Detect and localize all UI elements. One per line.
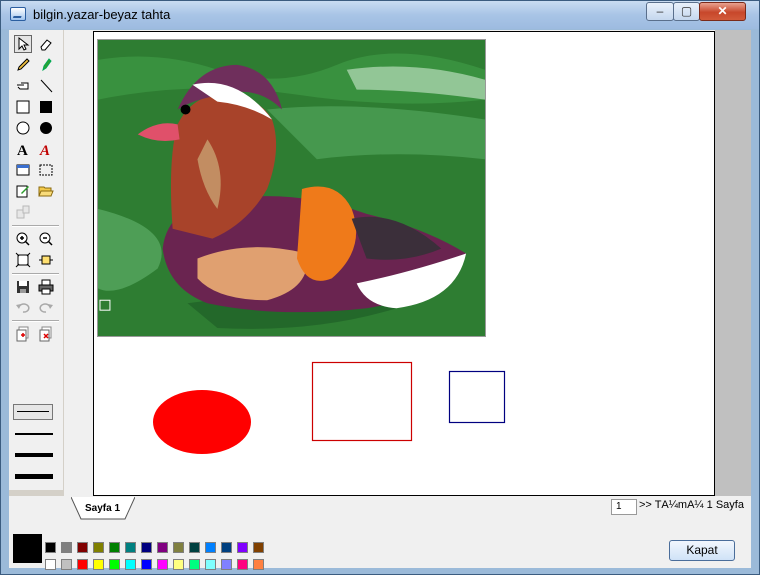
marker-icon[interactable] [37, 56, 55, 74]
color-swatch[interactable] [141, 559, 152, 570]
color-swatch[interactable] [253, 559, 264, 570]
color-swatch[interactable] [221, 559, 232, 570]
color-swatch[interactable] [109, 559, 120, 570]
line-width-heavy[interactable] [15, 474, 53, 479]
color-swatch[interactable] [189, 559, 200, 570]
delete-page-icon[interactable] [37, 325, 55, 343]
paste-icon[interactable] [14, 203, 32, 221]
color-swatch[interactable] [93, 559, 104, 570]
toolbar-divider [12, 273, 59, 275]
svg-text:A: A [39, 143, 50, 157]
color-swatch[interactable] [77, 559, 88, 570]
maximize-button[interactable]: ▢ [673, 2, 700, 21]
color-palette-panel: Kapat [9, 520, 751, 570]
color-swatch[interactable] [45, 559, 56, 570]
right-gutter [715, 30, 751, 496]
zoom-out-icon[interactable] [37, 230, 55, 248]
filled-rectangle-icon[interactable] [37, 98, 55, 116]
inserted-photo[interactable] [97, 39, 486, 337]
toolbar-divider [12, 225, 59, 227]
color-swatch[interactable] [61, 559, 72, 570]
blue-rectangle-shape[interactable] [448, 370, 506, 424]
page-number-input[interactable]: 1 [611, 499, 637, 515]
edit-image-icon[interactable] [14, 182, 32, 200]
ellipse-icon[interactable] [14, 119, 32, 137]
styled-text-icon[interactable]: A [37, 140, 55, 158]
line-icon[interactable] [37, 77, 55, 95]
pencil-icon[interactable] [14, 56, 32, 74]
color-swatch[interactable] [237, 542, 248, 553]
color-swatch[interactable] [205, 542, 216, 553]
color-swatch[interactable] [61, 542, 72, 553]
color-swatch[interactable] [221, 542, 232, 553]
page-tab-strip: Sayfa 1 1 >> TÃ¼mÃ¼ 1 Sayfa [9, 496, 751, 520]
close-window-button[interactable]: ✕ [699, 2, 746, 21]
save-icon[interactable] [14, 278, 32, 296]
tool-palette: A A [9, 30, 63, 490]
text-icon[interactable]: A [14, 140, 32, 158]
filled-ellipse-icon[interactable] [37, 119, 55, 137]
color-swatch[interactable] [45, 542, 56, 553]
eraser-icon[interactable] [37, 35, 55, 53]
line-width-thick[interactable] [15, 453, 53, 457]
current-color-swatch [13, 534, 42, 563]
color-swatch[interactable] [93, 542, 104, 553]
app-icon [10, 7, 26, 21]
color-swatch[interactable] [157, 559, 168, 570]
color-swatch[interactable] [253, 542, 264, 553]
add-page-icon[interactable] [14, 325, 32, 343]
tab-page-1[interactable]: Sayfa 1 [71, 497, 135, 520]
color-swatch[interactable] [237, 559, 248, 570]
color-swatch[interactable] [125, 542, 136, 553]
client-area: A A Sayfa 1 1 >> TÃ¼mÃ¼ 1 Sayfa Kapat [9, 30, 751, 570]
line-width-medium[interactable] [15, 433, 53, 435]
toolbar-divider [12, 320, 59, 322]
minimize-button[interactable]: ‒ [646, 2, 674, 21]
whiteboard-canvas[interactable] [93, 31, 715, 496]
tab-label: Sayfa 1 [85, 503, 121, 514]
color-swatch[interactable] [125, 559, 136, 570]
line-width-thin[interactable] [13, 404, 53, 420]
color-swatch[interactable] [173, 542, 184, 553]
select-rect-icon[interactable] [14, 161, 32, 179]
red-ellipse-shape[interactable] [153, 390, 251, 454]
color-swatch[interactable] [157, 542, 168, 553]
fit-page-icon[interactable] [14, 251, 32, 269]
hand-pointer-icon[interactable] [14, 77, 32, 95]
color-swatch[interactable] [77, 542, 88, 553]
red-rectangle-shape[interactable] [311, 361, 413, 442]
all-pages-label[interactable]: >> TÃ¼mÃ¼ 1 Sayfa [639, 500, 749, 520]
color-swatch[interactable] [173, 559, 184, 570]
color-swatch[interactable] [189, 542, 200, 553]
zoom-in-icon[interactable] [14, 230, 32, 248]
fit-width-icon[interactable] [37, 251, 55, 269]
redo-icon[interactable] [37, 298, 55, 316]
select-dashed-icon[interactable] [37, 161, 55, 179]
window-title: bilgin.yazar-beyaz tahta [33, 7, 171, 22]
select-arrow-icon[interactable] [14, 35, 32, 53]
color-swatch[interactable] [205, 559, 216, 570]
svg-text:A: A [17, 143, 28, 157]
color-swatch[interactable] [141, 542, 152, 553]
title-bar[interactable]: bilgin.yazar-beyaz tahta ‒ ▢ ✕ [1, 1, 759, 29]
app-window: bilgin.yazar-beyaz tahta ‒ ▢ ✕ A A Sayfa… [0, 0, 760, 575]
undo-icon[interactable] [14, 298, 32, 316]
open-folder-icon[interactable] [37, 182, 55, 200]
canvas-area [64, 30, 751, 496]
color-swatch[interactable] [109, 542, 120, 553]
rectangle-icon[interactable] [14, 98, 32, 116]
close-button[interactable]: Kapat [669, 540, 735, 561]
print-icon[interactable] [37, 278, 55, 296]
